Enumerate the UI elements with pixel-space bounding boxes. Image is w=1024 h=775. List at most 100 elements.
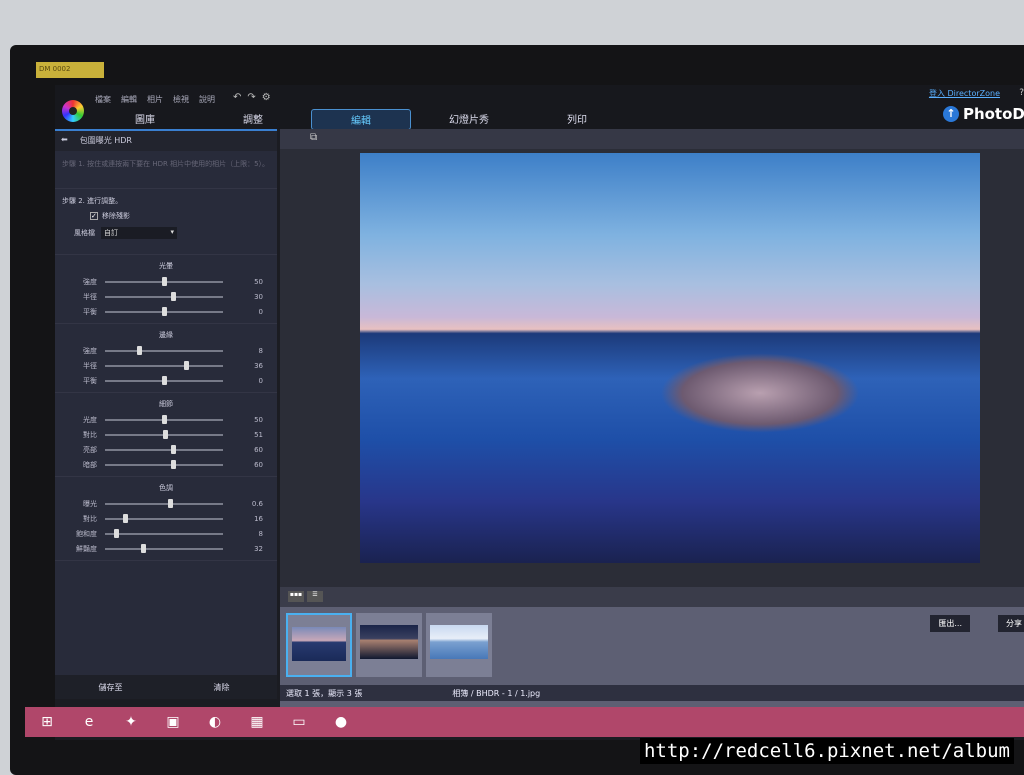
app-icon[interactable]: ▣ [156,709,190,735]
slider-track[interactable] [105,291,223,301]
tab-4[interactable]: 列印 [527,109,627,130]
slider-thumb[interactable] [170,459,176,469]
slider-value: 8 [258,529,263,538]
slider-track[interactable] [105,429,223,439]
slider-row: 暗部 60 [55,457,277,472]
slider-row: 平衡 0 [55,304,277,319]
remove-ghost-checkbox[interactable]: ✓ 移除殘影 [90,211,270,221]
compare-view-icon[interactable]: ⧉ [310,132,317,143]
slider-label: 光度 [83,415,97,424]
undo-icon[interactable]: ↶ [233,92,241,103]
share-button[interactable]: 分享 [998,615,1024,632]
tab-0[interactable]: 圖庫 [95,109,195,130]
slider-thumb[interactable] [184,360,190,370]
login-directorzone-link[interactable]: 登入 DirectorZone [929,88,1000,99]
thumbnail-view-icon[interactable]: ▪▪▪ [288,591,304,602]
slider-section: 色調 曝光 0.6 對比 16 飽和度 8 鮮豔度 32 [55,477,277,561]
preset-value: 自訂 [104,229,118,237]
slider-thumb[interactable] [141,543,147,553]
slider-track[interactable] [105,513,223,523]
save-to-button[interactable]: 儲存至 [55,675,166,699]
slider-row: 鮮豔度 32 [55,541,277,556]
slider-value: 60 [254,445,263,454]
photodirector-taskbar-icon[interactable]: ● [324,709,358,735]
slider-thumb[interactable] [170,291,176,301]
slider-track[interactable] [105,375,223,385]
step2-text: 步驟 2. 進行調整。 [62,197,123,205]
slider-thumb[interactable] [114,528,120,538]
tab-2[interactable]: 編輯 [311,109,411,130]
app-icon[interactable]: ✦ [114,709,148,735]
internet-explorer-icon[interactable]: e [72,709,106,735]
slider-value: 16 [254,514,263,523]
slider-track[interactable] [105,276,223,286]
step2-block: 步驟 2. 進行調整。 ✓ 移除殘影 風格檔 自訂 ▾ [55,189,277,255]
thumbnail[interactable] [286,613,352,677]
slider-row: 平衡 0 [55,373,277,388]
slider-track[interactable] [105,306,223,316]
preset-row: 風格檔 自訂 ▾ [74,227,270,239]
slider-value: 8 [258,346,263,355]
slider-label: 強度 [83,346,97,355]
slider-track[interactable] [105,414,223,424]
slider-label: 對比 [83,514,97,523]
help-button[interactable]: ? [1019,88,1024,98]
tab-1[interactable]: 調整 [203,109,303,130]
slider-value: 32 [254,544,263,553]
gear-icon[interactable]: ⚙ [262,92,271,103]
slider-row: 半徑 36 [55,358,277,373]
list-view-icon[interactable]: ☰ [307,591,323,602]
slider-track[interactable] [105,459,223,469]
slider-track[interactable] [105,543,223,553]
thumbnail[interactable] [356,613,422,677]
menu-item[interactable]: 相片 [147,94,163,105]
slider-thumb[interactable] [161,414,167,424]
slider-thumb[interactable] [123,513,129,523]
slider-thumb[interactable] [162,429,168,439]
export-button[interactable]: 匯出... [930,615,970,632]
hdr-preview-image [360,153,980,563]
panel-buttons: 儲存至 清除 [55,675,277,699]
module-tabs: 圖庫 調整 編輯 幻燈片秀 列印 [95,109,635,130]
store-icon[interactable]: ▦ [240,709,274,735]
top-bar: 檔案 編輯 相片 檢視 說明 ↶ ↷ ⚙ 圖庫 調整 編輯 幻燈片秀 列印 登入 DirectorZ… [55,85,1024,130]
app-icon[interactable]: ◐ [198,709,232,735]
slider-thumb[interactable] [170,444,176,454]
preset-dropdown[interactable]: 自訂 ▾ [101,227,177,239]
slider-track[interactable] [105,498,223,508]
slider-track[interactable] [105,360,223,370]
tab-3[interactable]: 幻燈片秀 [419,109,519,130]
slider-thumb[interactable] [161,276,167,286]
file-path: 相簿 / BHDR - 1 / 1.jpg [452,689,541,698]
slider-thumb[interactable] [161,306,167,316]
slider-track[interactable] [105,345,223,355]
back-arrow-icon[interactable]: ⬅ [61,135,68,147]
selection-status: 選取 1 張，顯示 3 張 [286,689,363,698]
slider-value: 0 [258,307,263,316]
folder-icon[interactable]: ▭ [282,709,316,735]
slider-label: 暗部 [83,460,97,469]
slider-value: 0 [258,376,263,385]
slider-thumb[interactable] [136,345,142,355]
menu-item[interactable]: 檔案 [95,94,111,105]
menu-item[interactable]: 編輯 [121,94,137,105]
thumbnail[interactable] [426,613,492,677]
clear-button[interactable]: 清除 [166,675,277,699]
slider-track[interactable] [105,528,223,538]
slider-thumb[interactable] [168,498,174,508]
brand-text: PhotoDi [962,105,1024,123]
section-title: 細節 [159,400,173,408]
menu-item[interactable]: 說明 [199,94,215,105]
start-icon[interactable]: ⊞ [30,709,64,735]
rocks [660,353,860,433]
filmstrip-toolbar: ▪▪▪ ☰ [280,587,1024,607]
slider-row: 強度 50 [55,274,277,289]
slider-thumb[interactable] [161,375,167,385]
redo-icon[interactable]: ↷ [247,92,255,103]
quick-icons: ↶ ↷ ⚙ [233,92,271,103]
slider-row: 強度 8 [55,343,277,358]
menu-item[interactable]: 檢視 [173,94,189,105]
slider-track[interactable] [105,444,223,454]
step1-text: 步驟 1. 按住或連按兩下要在 HDR 相片中使用的相片（上限：5）。 [55,151,277,189]
section-title: 光暈 [159,262,173,270]
